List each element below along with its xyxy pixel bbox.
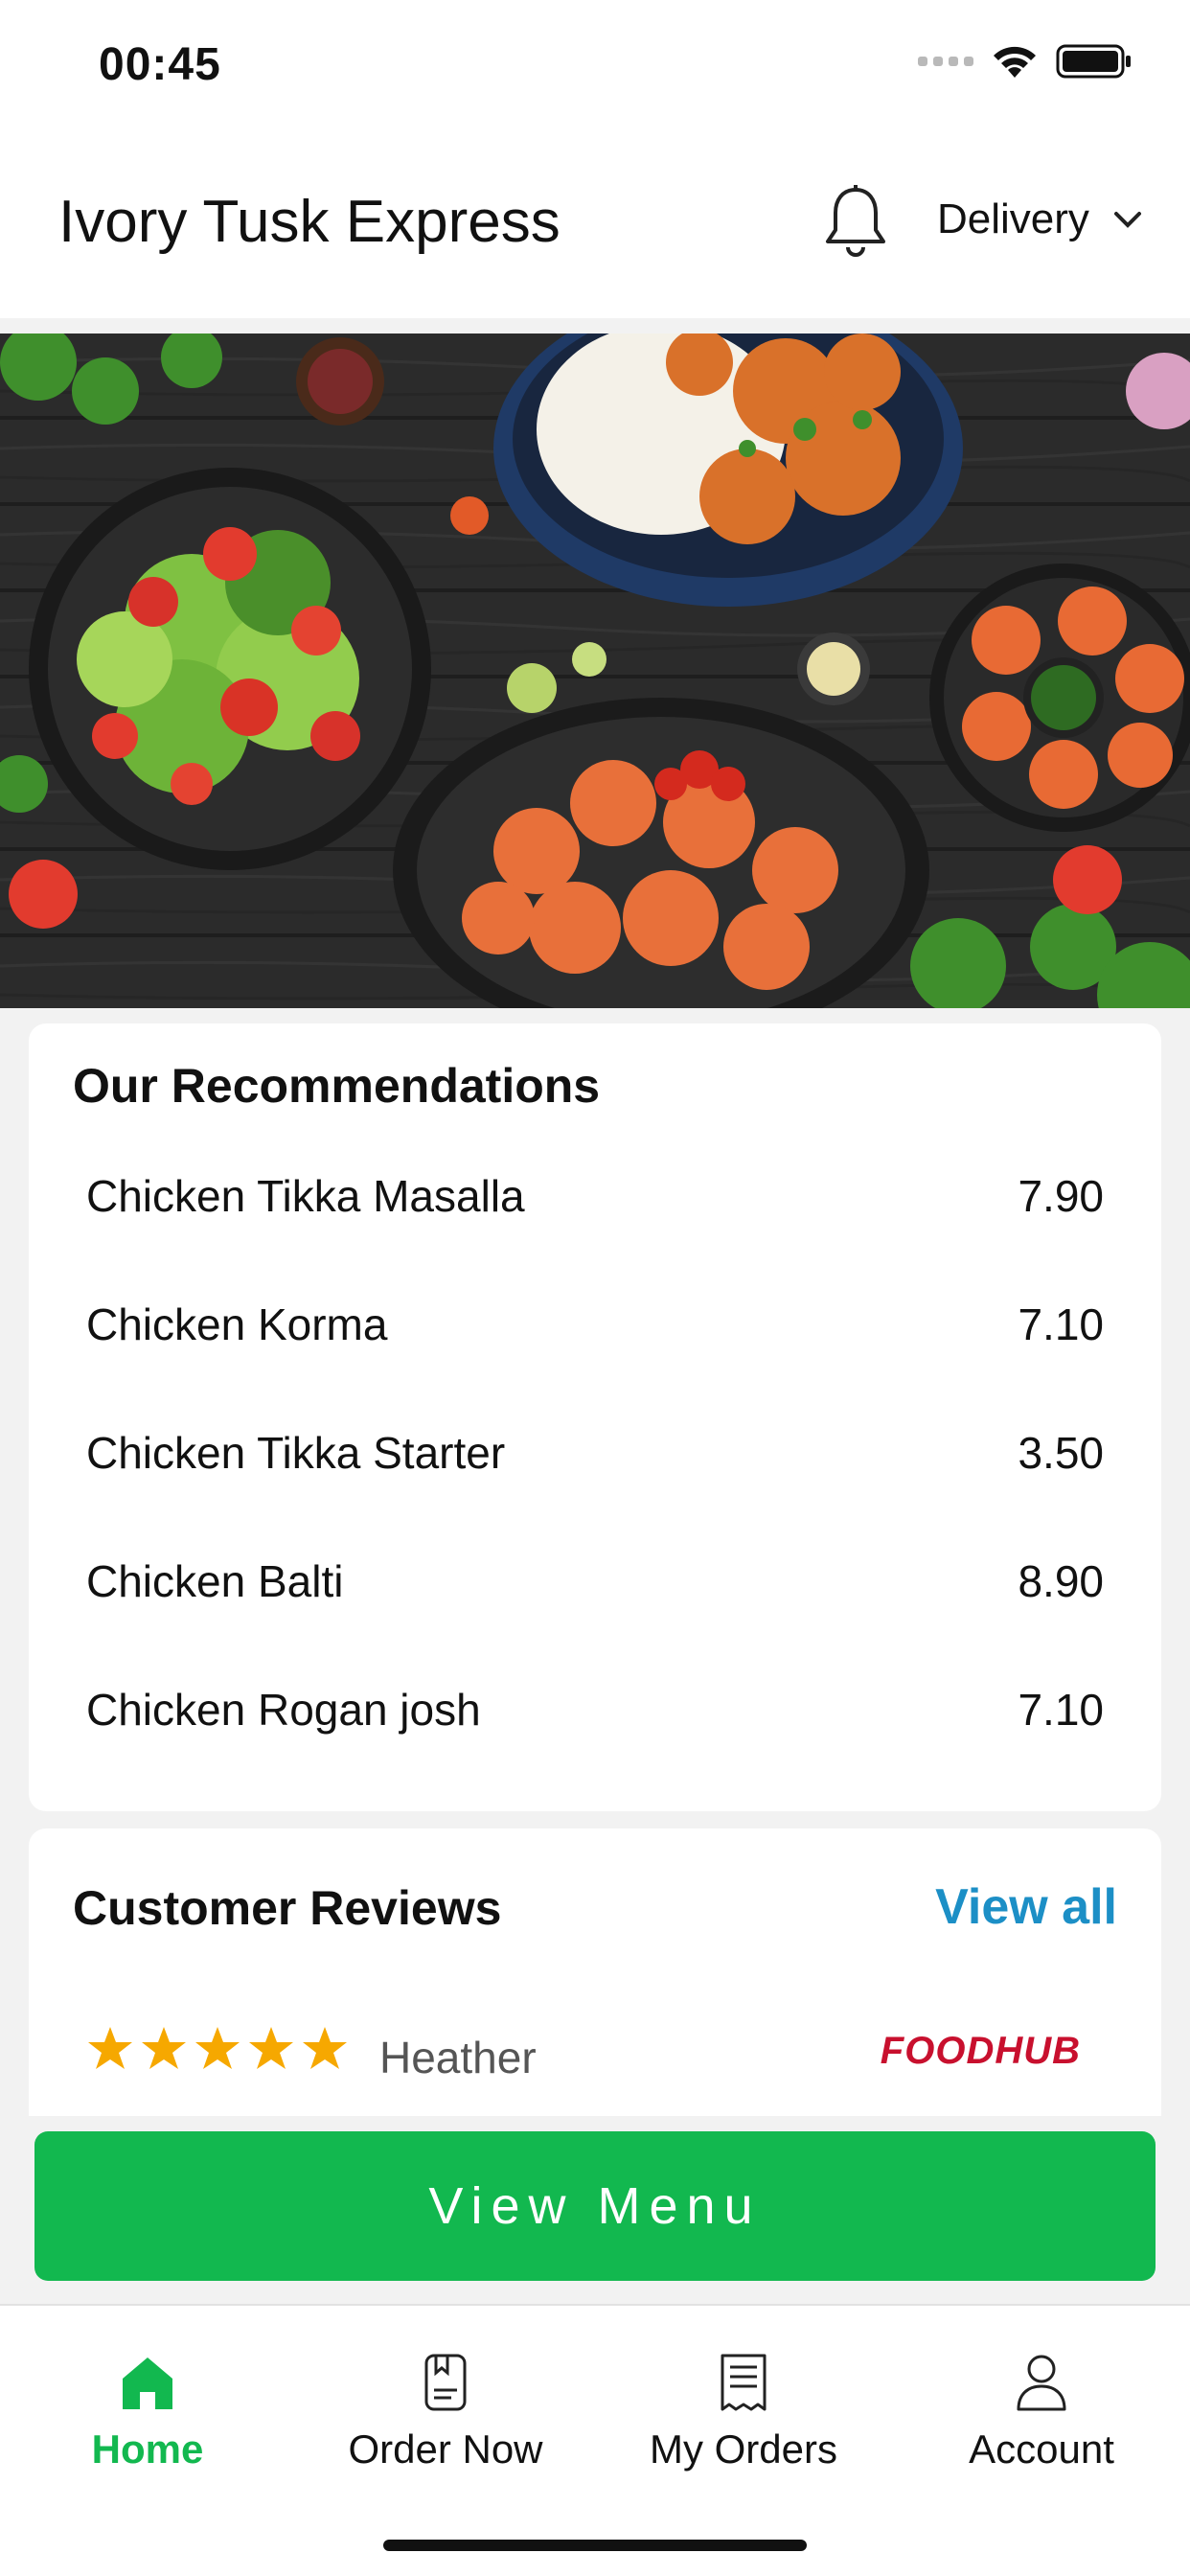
star-icon bbox=[142, 2027, 186, 2069]
tab-label: Account bbox=[969, 2426, 1114, 2472]
view-all-reviews-link[interactable]: View all bbox=[935, 1878, 1117, 1936]
order-book-icon bbox=[424, 2354, 467, 2411]
item-name: Chicken Rogan josh bbox=[86, 1685, 481, 1735]
item-name: Chicken Korma bbox=[86, 1300, 388, 1349]
item-name: Chicken Tikka Starter bbox=[86, 1428, 506, 1478]
battery-icon bbox=[1056, 44, 1131, 79]
star-icon bbox=[88, 2027, 132, 2069]
rating-stars bbox=[86, 2025, 349, 2073]
foodhub-logo: FOODHUB bbox=[880, 2030, 1081, 2072]
star-icon bbox=[249, 2027, 293, 2069]
item-price: 3.50 bbox=[1018, 1428, 1104, 1478]
status-bar: 00:45 bbox=[0, 0, 1190, 134]
reviews-title: Customer Reviews bbox=[73, 1881, 502, 1935]
view-menu-button[interactable]: View Menu bbox=[34, 2131, 1156, 2281]
bottom-tab-bar: Home Order Now My Orders Account bbox=[0, 2304, 1190, 2576]
recommendations-title: Our Recommendations bbox=[73, 1059, 601, 1113]
tab-account[interactable]: Account bbox=[898, 2352, 1185, 2472]
item-name: Chicken Balti bbox=[86, 1556, 344, 1606]
notification-bell-icon[interactable] bbox=[822, 184, 889, 261]
item-price: 8.90 bbox=[1018, 1556, 1104, 1606]
tab-label: My Orders bbox=[649, 2426, 837, 2472]
signal-icon bbox=[918, 57, 973, 66]
receipt-icon bbox=[721, 2354, 767, 2411]
item-price: 7.10 bbox=[1018, 1685, 1104, 1735]
reviewer-name: Heather bbox=[379, 2033, 537, 2082]
tab-label: Order Now bbox=[348, 2426, 543, 2472]
recommendation-item[interactable]: Chicken Tikka Starter 3.50 bbox=[86, 1405, 1104, 1501]
app-header: Ivory Tusk Express Delivery bbox=[0, 134, 1190, 318]
home-indicator[interactable] bbox=[383, 2540, 807, 2551]
wifi-icon bbox=[994, 46, 1036, 78]
status-icons bbox=[918, 43, 1133, 80]
customer-reviews-card: Customer Reviews View all Heather FOODHU… bbox=[29, 1828, 1161, 2116]
tab-label: Home bbox=[91, 2426, 204, 2472]
item-name: Chicken Tikka Masalla bbox=[86, 1171, 525, 1221]
home-icon bbox=[123, 2358, 172, 2409]
tab-home[interactable]: Home bbox=[4, 2352, 291, 2472]
recommendation-item[interactable]: Chicken Korma 7.10 bbox=[86, 1276, 1104, 1372]
user-icon bbox=[1017, 2355, 1066, 2411]
hero-food-image bbox=[0, 334, 1190, 1008]
star-icon bbox=[195, 2027, 240, 2069]
item-price: 7.10 bbox=[1018, 1300, 1104, 1349]
tab-order-now[interactable]: Order Now bbox=[302, 2352, 589, 2472]
recommendation-item[interactable]: Chicken Rogan josh 7.10 bbox=[86, 1662, 1104, 1758]
tab-my-orders[interactable]: My Orders bbox=[600, 2352, 887, 2472]
recommendations-card: Our Recommendations Chicken Tikka Masall… bbox=[29, 1024, 1161, 1811]
recommendation-item[interactable]: Chicken Balti 8.90 bbox=[86, 1533, 1104, 1629]
recommendation-item[interactable]: Chicken Tikka Masalla 7.90 bbox=[86, 1148, 1104, 1244]
item-price: 7.90 bbox=[1018, 1171, 1104, 1221]
chevron-down-icon bbox=[1113, 212, 1141, 228]
restaurant-title: Ivory Tusk Express bbox=[58, 189, 561, 255]
star-icon bbox=[303, 2027, 347, 2069]
delivery-mode-label: Delivery bbox=[937, 196, 1089, 242]
delivery-mode-selector[interactable]: Delivery bbox=[937, 196, 1147, 243]
status-time: 00:45 bbox=[99, 39, 221, 90]
